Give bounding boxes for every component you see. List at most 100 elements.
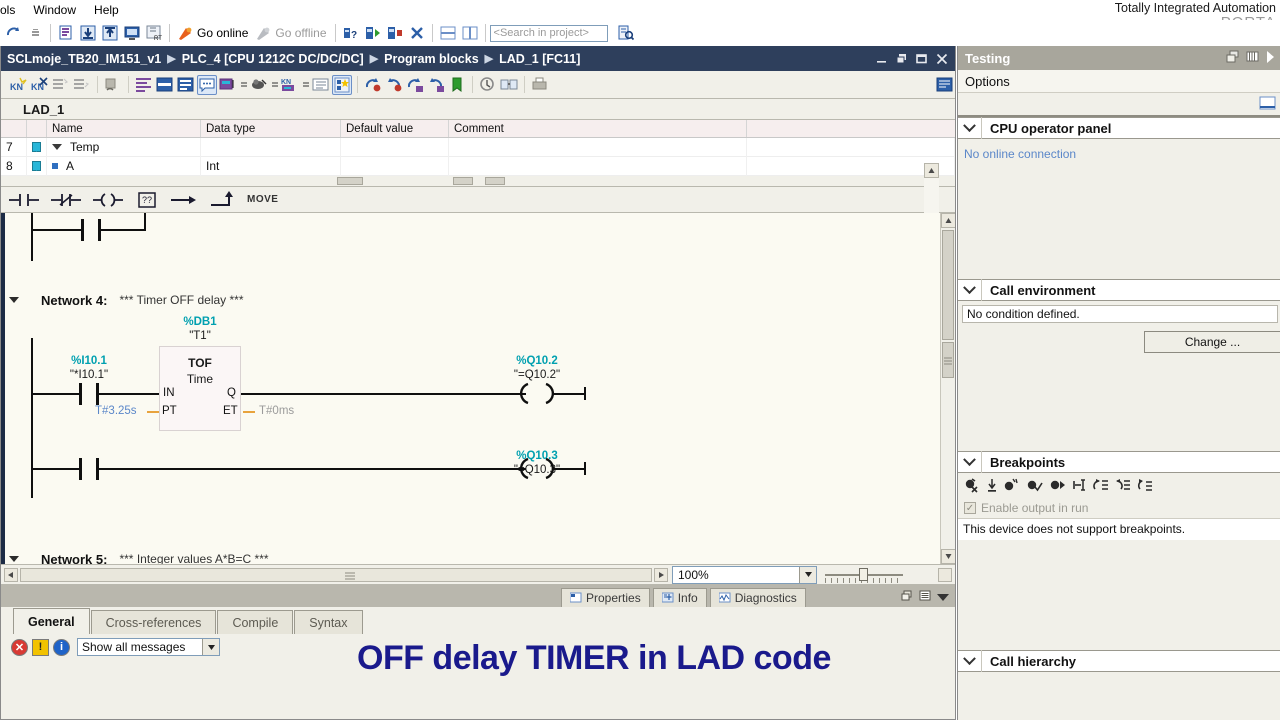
delete-network-icon[interactable]: KN: [30, 75, 50, 95]
empty-box-icon[interactable]: ??: [135, 190, 159, 210]
interface-variable-a[interactable]: A: [47, 156, 201, 176]
goto-next-change-icon[interactable]: [426, 75, 446, 95]
delete-all-breakpoints-icon[interactable]: [964, 478, 981, 496]
collapse-all-networks-icon[interactable]: [72, 75, 92, 95]
row-default-value[interactable]: [341, 137, 449, 157]
canvas-vertical-scrollbar[interactable]: [940, 213, 955, 564]
show-absolute-operands-icon[interactable]: [134, 75, 154, 95]
go-online-label[interactable]: Go online: [196, 26, 252, 40]
accessible-devices-icon[interactable]: ?: [340, 22, 362, 44]
expand-panel-icon[interactable]: [1266, 50, 1275, 66]
network-5-comment[interactable]: *** Integer values A*B=C ***: [119, 552, 268, 564]
menu-item-help[interactable]: Help: [85, 1, 128, 19]
undo-edit-icon[interactable]: [103, 75, 123, 95]
splitter-handle-right[interactable]: [485, 177, 505, 185]
compile-icon[interactable]: [55, 22, 77, 44]
monitor-dropdown-icon[interactable]: [239, 75, 248, 95]
dock-tab-diagnostics[interactable]: Diagnostics: [709, 588, 806, 607]
resume-icon[interactable]: [1049, 478, 1066, 496]
message-filter-select[interactable]: Show all messages: [77, 638, 220, 656]
maximize-button[interactable]: [915, 52, 928, 65]
network-collapse-caret-icon[interactable]: [9, 556, 19, 562]
canvas-scroll-down-button[interactable]: [941, 549, 955, 564]
section-header-breakpoints[interactable]: Breakpoints: [958, 451, 1280, 473]
network-4-header[interactable]: Network 4: *** Timer OFF delay ***: [1, 289, 244, 311]
print-preview-icon[interactable]: [530, 75, 550, 95]
open-branch-icon[interactable]: [171, 190, 197, 210]
modify-dropdown-icon[interactable]: [270, 75, 279, 95]
warning-badge[interactable]: !: [32, 638, 49, 656]
insert-network-icon[interactable]: KN: [9, 75, 29, 95]
enable-breakpoint-icon[interactable]: [1026, 478, 1043, 496]
resize-grip[interactable]: [938, 567, 952, 582]
header-name[interactable]: Name: [47, 120, 201, 137]
minimize-button[interactable]: [875, 52, 888, 65]
panel-menu-icon[interactable]: [919, 590, 931, 605]
split-editor-horizontal-icon[interactable]: [437, 22, 459, 44]
goto-previous-error-icon[interactable]: [363, 75, 383, 95]
start-simulation-icon[interactable]: [121, 22, 143, 44]
scrollbar-thumb[interactable]: [337, 177, 363, 185]
info-badge[interactable]: i: [53, 638, 70, 656]
row-data-type[interactable]: Int: [201, 156, 341, 176]
interface-horizontal-scrollbar[interactable]: [1, 176, 955, 187]
bookmark-toggle-icon[interactable]: [447, 75, 467, 95]
breadcrumb-program-blocks[interactable]: Program blocks: [384, 52, 478, 66]
zoom-level-select[interactable]: 100%: [672, 565, 817, 584]
timer-et-value[interactable]: T#0ms: [259, 405, 294, 417]
download-to-device-icon[interactable]: [77, 22, 99, 44]
step-into-icon[interactable]: [1072, 478, 1087, 496]
network-comments-icon[interactable]: [197, 74, 217, 95]
start-cpu-icon[interactable]: [362, 22, 384, 44]
editor-options-icon[interactable]: [935, 75, 955, 95]
header-default-value[interactable]: Default value: [341, 120, 449, 137]
enable-peripheral-outputs-icon[interactable]: KN: [280, 75, 300, 95]
redo-dropdown-icon[interactable]: [24, 22, 46, 44]
monitor-modify-icon[interactable]: [249, 75, 269, 95]
contact-operand-i101[interactable]: %I10.1 "*I10.1": [43, 354, 135, 382]
search-project-icon[interactable]: [615, 22, 637, 44]
go-online-icon[interactable]: [174, 22, 196, 44]
section-header-call-hierarchy[interactable]: Call hierarchy: [958, 650, 1280, 672]
show-hide-list-icon[interactable]: [311, 75, 331, 95]
breadcrumb-block[interactable]: LAD_1 [FC11]: [499, 52, 580, 66]
output-coil-q103[interactable]: [519, 457, 555, 480]
tab-general[interactable]: General: [13, 608, 90, 634]
change-button[interactable]: Change ...: [1144, 331, 1280, 353]
cross-reference-info-icon[interactable]: [499, 75, 519, 95]
dock-tab-properties[interactable]: Properties: [561, 588, 650, 607]
interface-section-temp[interactable]: Temp: [47, 137, 201, 157]
tab-compile[interactable]: Compile: [217, 610, 294, 634]
download-breakpoints-icon[interactable]: [987, 478, 997, 496]
breadcrumb-project[interactable]: SCLmoje_TB20_IM151_v1: [7, 52, 161, 66]
task-card-toolbar-icon[interactable]: [1259, 96, 1276, 116]
output-coil-q102[interactable]: [519, 382, 555, 405]
normally-closed-contact-icon[interactable]: [51, 190, 81, 210]
chevron-down-icon[interactable]: [202, 639, 219, 655]
step-out-icon[interactable]: [1115, 478, 1131, 496]
expand-all-networks-icon[interactable]: [51, 75, 71, 95]
close-branch-icon[interactable]: [209, 190, 235, 210]
set-breakpoint-icon[interactable]: [1003, 478, 1020, 496]
row-default-value[interactable]: [341, 156, 449, 176]
search-input[interactable]: <Search in project>: [489, 24, 608, 42]
chevron-down-icon[interactable]: [958, 117, 982, 139]
close-button[interactable]: [935, 52, 948, 65]
section-header-call-environment[interactable]: Call environment: [958, 279, 1280, 301]
timer-instance-db[interactable]: %DB1 "T1": [159, 315, 241, 343]
hscroll-left-button[interactable]: [4, 567, 18, 582]
enable-output-checkbox[interactable]: ✓: [964, 502, 976, 514]
peripheral-dropdown-icon[interactable]: [301, 75, 310, 95]
error-badge[interactable]: ✕: [11, 638, 28, 656]
restore-button[interactable]: [895, 52, 908, 65]
float-panel-icon[interactable]: [1226, 50, 1239, 66]
normally-open-contact-icon[interactable]: [9, 190, 39, 210]
start-runtime-icon[interactable]: RT: [143, 22, 165, 44]
collapse-panel-icon[interactable]: [937, 591, 949, 605]
breadcrumb-plc[interactable]: PLC_4 [CPU 1212C DC/DC/DC]: [182, 52, 364, 66]
menu-item-tools[interactable]: ols: [0, 1, 24, 19]
timer-pin-q[interactable]: Q: [227, 387, 236, 399]
restore-panel-icon[interactable]: [901, 590, 913, 605]
monitor-block-icon[interactable]: [218, 75, 238, 95]
scroll-up-button[interactable]: [924, 163, 939, 178]
